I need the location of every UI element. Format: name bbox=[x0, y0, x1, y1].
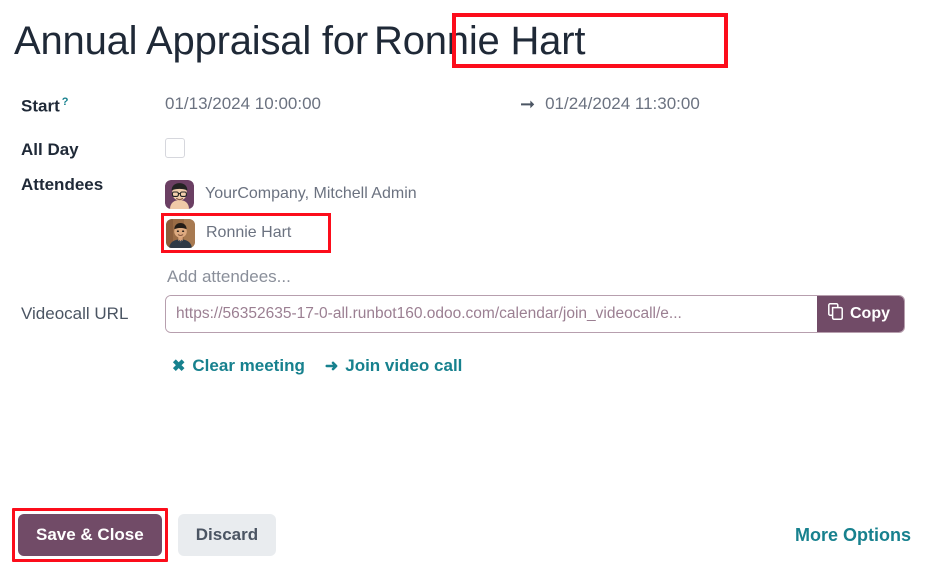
help-question-icon[interactable]: ? bbox=[62, 96, 69, 108]
attendee-name: Ronnie Hart bbox=[206, 224, 292, 241]
field-row-videocall-url: Videocall URL Copy bbox=[0, 284, 933, 344]
field-row-attendees: Attendees YourCompany, Mitchell Admin Ro… bbox=[0, 174, 933, 287]
avatar-ronnie-hart bbox=[166, 218, 195, 248]
field-row-all-day: All Day bbox=[0, 126, 933, 174]
page-title-row: Annual Appraisal for Ronnie Hart bbox=[14, 10, 919, 72]
page-title: Annual Appraisal for Ronnie Hart bbox=[14, 18, 585, 64]
end-datetime-group: ➞ 01/24/2024 11:30:00 bbox=[520, 93, 700, 115]
annotation-box-save-button: Save & Close bbox=[12, 508, 168, 562]
start-label: Start? bbox=[0, 91, 165, 118]
join-video-call-link[interactable]: ➜ Join video call bbox=[325, 356, 463, 376]
arrow-right-icon: ➜ bbox=[324, 358, 339, 375]
discard-button[interactable]: Discard bbox=[177, 514, 277, 556]
list-item-attendee-mitchell-admin[interactable]: YourCompany, Mitchell Admin bbox=[165, 175, 417, 213]
end-datetime-value[interactable]: 01/24/2024 11:30:00 bbox=[545, 93, 700, 115]
field-row-start: Start? 01/13/2024 10:00:00 ➞ 01/24/2024 … bbox=[0, 82, 933, 126]
copy-icon bbox=[828, 303, 843, 325]
avatar-mitchell-admin bbox=[165, 179, 194, 209]
add-attendees-input[interactable]: Add attendees... bbox=[165, 253, 417, 287]
attendees-column: YourCompany, Mitchell Admin Ronnie Hart … bbox=[161, 174, 417, 287]
page-title-static: Annual Appraisal for bbox=[14, 19, 369, 63]
dialog-footer: Save & Close Discard More Options bbox=[0, 500, 933, 570]
list-item-attendee-ronnie-hart[interactable]: Ronnie Hart bbox=[161, 213, 331, 253]
meeting-links: ✖ Clear meeting ➜ Join video call bbox=[165, 356, 462, 376]
attendee-name: YourCompany, Mitchell Admin bbox=[205, 185, 417, 202]
clear-meeting-label: Clear meeting bbox=[192, 356, 305, 375]
copy-button-label: Copy bbox=[850, 305, 890, 322]
start-label-text: Start bbox=[21, 96, 60, 116]
join-video-call-label: Join video call bbox=[345, 356, 463, 375]
more-options-link[interactable]: More Options bbox=[795, 525, 911, 546]
save-and-close-button[interactable]: Save & Close bbox=[18, 514, 162, 556]
close-x-icon: ✖ bbox=[172, 358, 186, 375]
all-day-checkbox-wrap bbox=[165, 137, 185, 163]
attendees-label: Attendees bbox=[21, 175, 104, 194]
all-day-checkbox[interactable] bbox=[165, 137, 185, 158]
copy-button[interactable]: Copy bbox=[817, 296, 904, 332]
attendee-list: YourCompany, Mitchell Admin Ronnie Hart bbox=[161, 174, 417, 253]
start-datetime-value[interactable]: 01/13/2024 10:00:00 bbox=[165, 93, 520, 115]
clear-meeting-link[interactable]: ✖ Clear meeting bbox=[172, 356, 305, 376]
videocall-url-label: Videocall URL bbox=[21, 304, 129, 323]
page-title-name[interactable]: Ronnie Hart bbox=[374, 18, 585, 64]
event-form: Start? 01/13/2024 10:00:00 ➞ 01/24/2024 … bbox=[0, 82, 933, 388]
videocall-url-input[interactable] bbox=[166, 296, 817, 332]
field-row-meeting-links: ✖ Clear meeting ➜ Join video call bbox=[0, 344, 933, 388]
arrow-right-icon: ➞ bbox=[520, 94, 536, 114]
all-day-label: All Day bbox=[21, 140, 79, 159]
videocall-url-group: Copy bbox=[165, 295, 905, 333]
